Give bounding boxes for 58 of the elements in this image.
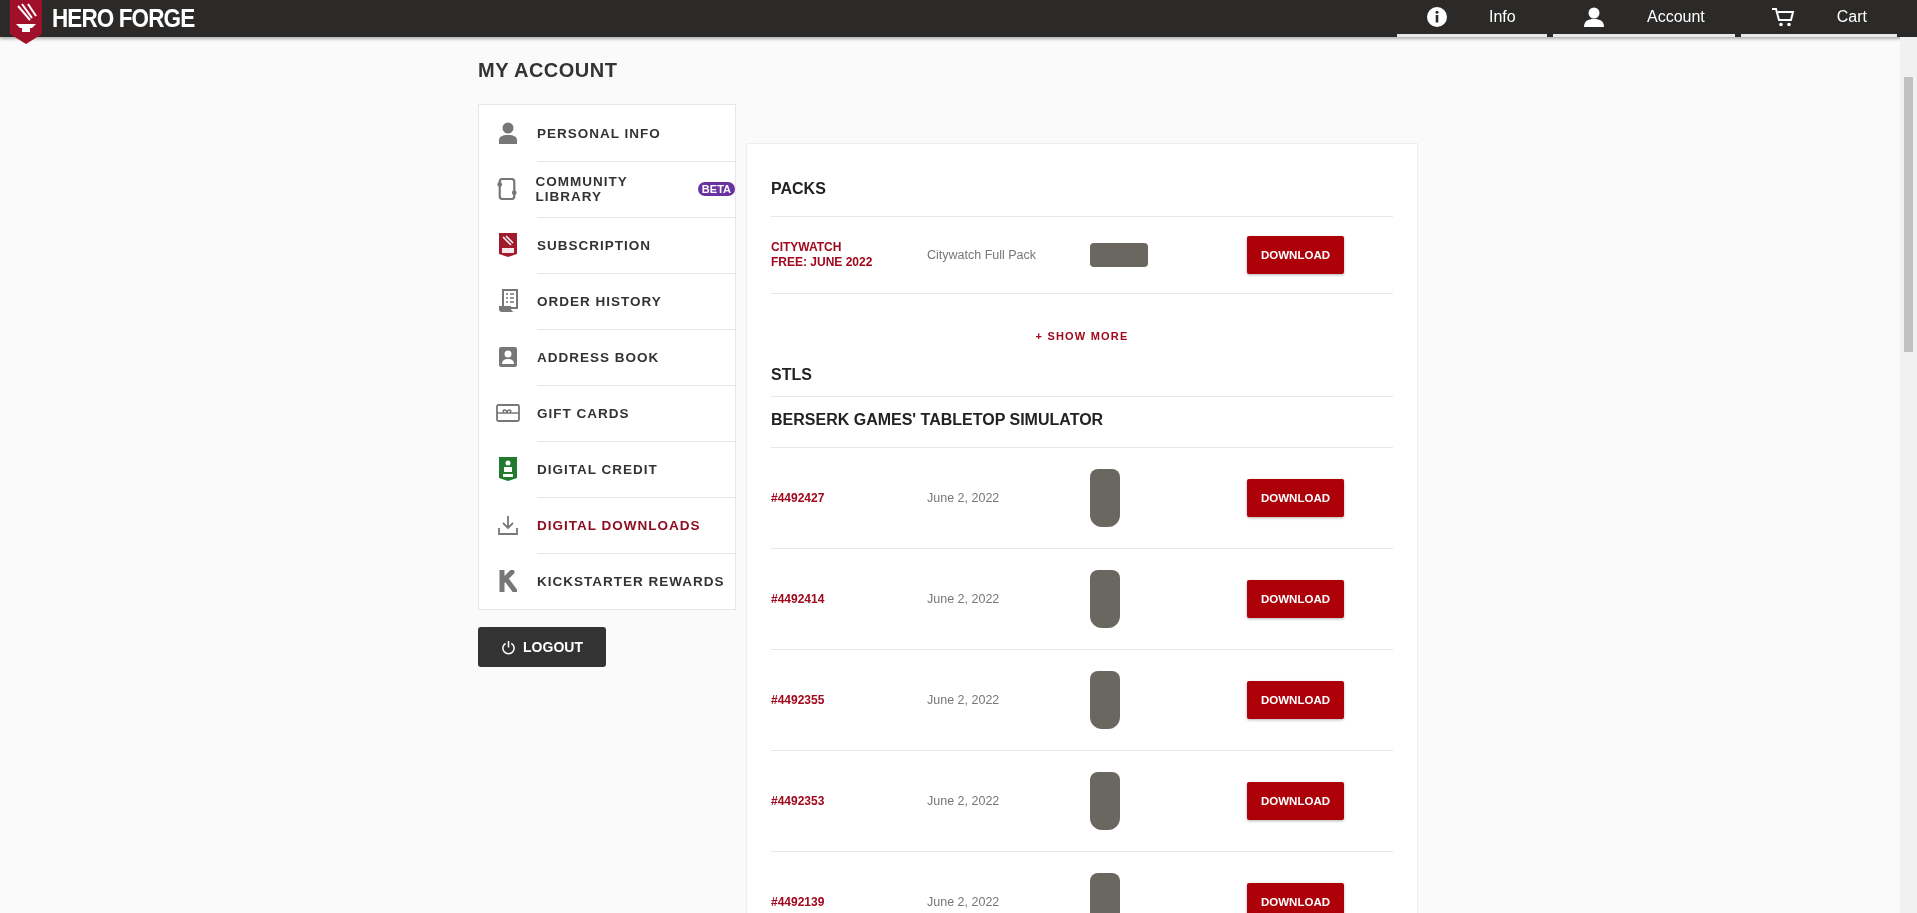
- order-number: #4492355: [771, 692, 826, 708]
- sidebar-item[interactable]: PERSONAL INFO: [479, 105, 735, 161]
- order-date: June 2, 2022: [927, 693, 1001, 707]
- credit-badge-icon: [499, 457, 517, 481]
- notebook-icon: [497, 178, 518, 200]
- person-icon: [1582, 7, 1605, 27]
- order-number: #4492427: [771, 490, 826, 506]
- sidebar-item[interactable]: GIFT CARDS: [479, 385, 735, 441]
- sidebar-item[interactable]: DIGITAL DOWNLOADS: [479, 497, 735, 553]
- show-more-link[interactable]: + SHOW MORE: [1035, 330, 1129, 342]
- download-button[interactable]: DOWNLOAD: [1247, 681, 1344, 719]
- power-icon: [501, 639, 517, 655]
- photo-placeholder: [1090, 243, 1148, 267]
- scrollbar[interactable]: [1900, 37, 1917, 913]
- order-date: June 2, 2022: [927, 491, 1001, 505]
- pack-description: Citywatch Full Pack: [927, 248, 1038, 262]
- sidebar-item[interactable]: ADDRESS BOOK: [479, 329, 735, 385]
- nav-link[interactable]: Cart: [1740, 0, 1897, 37]
- order-number: #4492353: [771, 793, 826, 809]
- sidebar-item[interactable]: COMMUNITY LIBRARY BETA: [479, 161, 735, 217]
- order-number: #4492139: [771, 894, 826, 910]
- beta-badge: BETA: [697, 182, 735, 196]
- download-icon: [498, 515, 518, 535]
- nav-link[interactable]: Account: [1552, 0, 1735, 37]
- person-icon: [498, 122, 518, 144]
- download-button[interactable]: DOWNLOAD: [1247, 479, 1344, 517]
- logo-text[interactable]: HERO FORGE: [52, 4, 195, 33]
- nav-link[interactable]: Info: [1396, 0, 1547, 37]
- order-date: June 2, 2022: [927, 592, 1001, 606]
- order-number: #4492414: [771, 591, 826, 607]
- pro-badge-icon: [499, 233, 517, 257]
- download-button[interactable]: DOWNLOAD: [1247, 580, 1344, 618]
- sidebar-item[interactable]: SUBSCRIPTION: [479, 217, 735, 273]
- download-button[interactable]: DOWNLOAD: [1247, 782, 1344, 820]
- order-date: June 2, 2022: [927, 794, 1001, 808]
- k-letter-icon: [499, 570, 517, 592]
- order-date: June 2, 2022: [927, 895, 1001, 909]
- photo-placeholder: [1090, 772, 1120, 830]
- pack-name: CITYWATCH FREE: JUNE 2022: [771, 240, 874, 270]
- download-button[interactable]: DOWNLOAD: [1247, 236, 1344, 274]
- cart-icon: [1770, 7, 1795, 27]
- photo-placeholder: [1090, 570, 1120, 628]
- group-heading: BERSERK GAMES' TABLETOP SIMULATOR: [771, 396, 1393, 448]
- section-heading: PACKS: [771, 144, 1393, 217]
- logout-button[interactable]: LOGOUT: [478, 627, 606, 667]
- page-title: MY ACCOUNT: [478, 59, 619, 82]
- address-book-icon: [498, 346, 518, 368]
- sidebar-item[interactable]: DIGITAL CREDIT: [479, 441, 735, 497]
- section-heading: STLS: [771, 365, 813, 385]
- sidebar-item[interactable]: ORDER HISTORY: [479, 273, 735, 329]
- photo-placeholder: [1090, 469, 1120, 527]
- sidebar-item[interactable]: KICKSTARTER REWARDS: [479, 553, 735, 609]
- receipt-icon: [498, 289, 518, 313]
- photo-placeholder: [1090, 671, 1120, 729]
- anvil-shield-icon[interactable]: [8, 0, 44, 44]
- gift-card-icon: [496, 404, 520, 422]
- info-icon: [1426, 7, 1447, 27]
- download-button[interactable]: DOWNLOAD: [1247, 883, 1344, 913]
